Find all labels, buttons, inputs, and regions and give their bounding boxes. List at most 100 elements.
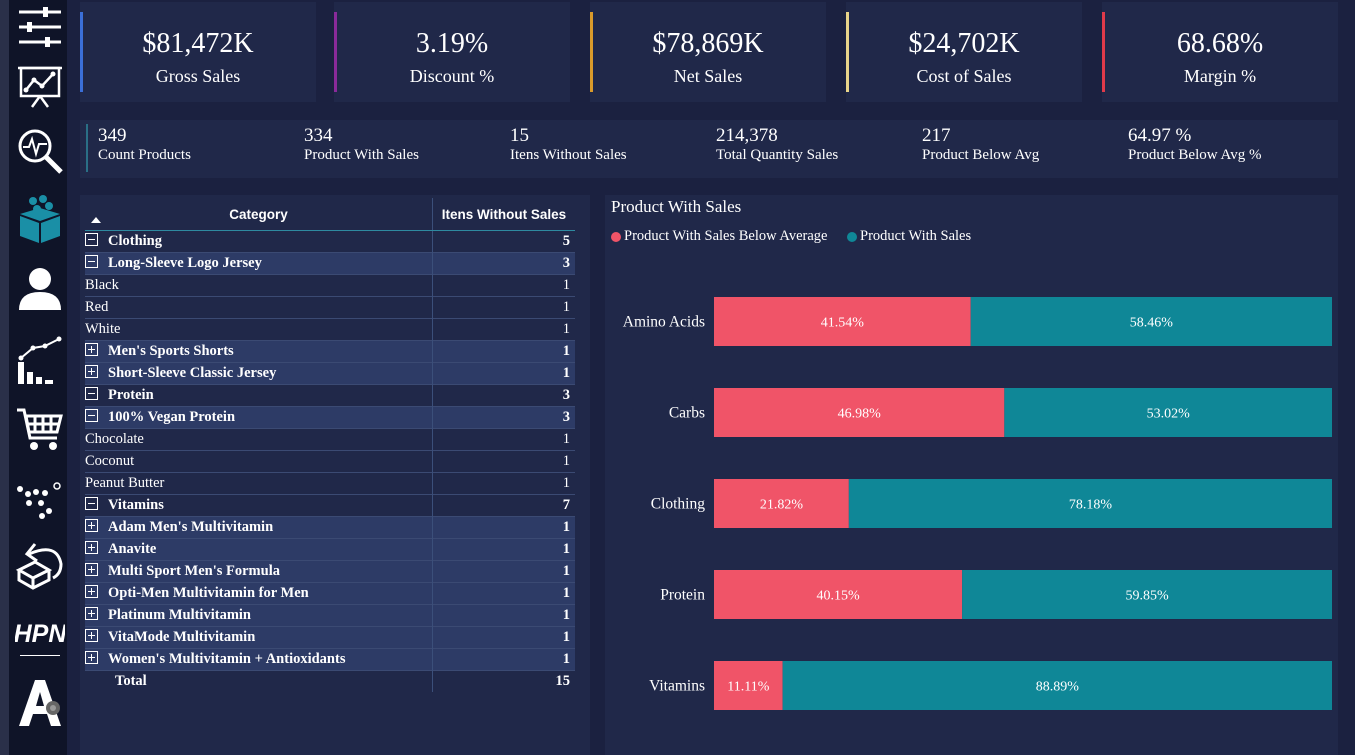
table-row[interactable]: Women's Multivitamin + Antioxidants 1 xyxy=(85,648,575,671)
row-label: Red xyxy=(85,299,109,315)
row-label: Peanut Butter xyxy=(85,475,165,491)
return-box-icon[interactable] xyxy=(14,538,66,592)
kpi-label: Margin % xyxy=(1183,66,1257,86)
row-label-cell: Anavite xyxy=(85,538,433,561)
collapse-icon[interactable] xyxy=(85,387,98,400)
logo-hpn[interactable]: HPN xyxy=(14,604,66,658)
kpi-label: Cost of Sales xyxy=(916,66,1012,86)
table-row[interactable]: 100% Vegan Protein 3 xyxy=(85,406,575,429)
collapse-icon[interactable] xyxy=(85,409,98,422)
expand-icon[interactable] xyxy=(85,651,98,664)
row-label-cell: Chocolate xyxy=(85,428,433,451)
table-row[interactable]: White 1 xyxy=(85,318,575,341)
table-row[interactable]: Red 1 xyxy=(85,296,575,319)
table-row[interactable]: Men's Sports Shorts 1 xyxy=(85,340,575,363)
stat-label: Itens Without Sales xyxy=(510,147,627,163)
table-row[interactable]: Adam Men's Multivitamin 1 xyxy=(85,516,575,539)
stat-label: Product With Sales xyxy=(304,147,419,163)
row-label: Men's Sports Shorts xyxy=(108,343,234,359)
row-label: Protein xyxy=(108,387,154,403)
row-label: White xyxy=(85,321,121,337)
row-value: 1 xyxy=(432,362,575,385)
sidebar-stripe xyxy=(0,0,9,755)
stat-items-without-sales: 15 Itens Without Sales xyxy=(510,126,627,164)
row-value: 1 xyxy=(432,318,575,341)
table-row[interactable]: Long-Sleeve Logo Jersey 3 xyxy=(85,252,575,275)
column-header-items-without-sales[interactable]: Itens Without Sales xyxy=(432,198,575,231)
row-value: 3 xyxy=(432,252,575,275)
table-row[interactable]: Platinum Multivitamin 1 xyxy=(85,604,575,627)
bar-data-label: 58.46% xyxy=(1130,316,1174,331)
row-value: 3 xyxy=(432,384,575,407)
expand-icon[interactable] xyxy=(85,585,98,598)
table-row[interactable]: Protein 3 xyxy=(85,384,575,407)
table-row[interactable]: Peanut Butter 1 xyxy=(85,472,575,495)
stats-row: 349 Count Products 334 Product With Sale… xyxy=(80,120,1338,178)
collapse-icon[interactable] xyxy=(85,497,98,510)
magnifier-pulse-icon[interactable] xyxy=(14,124,66,178)
stat-value: 334 xyxy=(304,125,333,146)
growth-chart-icon[interactable] xyxy=(14,334,66,388)
column-header-category[interactable]: Category xyxy=(85,198,433,231)
table-row[interactable]: Chocolate 1 xyxy=(85,428,575,451)
user-icon[interactable] xyxy=(14,262,66,316)
cart-icon[interactable] xyxy=(14,402,66,456)
row-label-cell: Red xyxy=(85,296,433,319)
row-value: 1 xyxy=(432,582,575,605)
row-label-cell: Coconut xyxy=(85,450,433,473)
collapse-icon[interactable] xyxy=(85,233,98,246)
presentation-chart-icon[interactable] xyxy=(14,58,66,112)
bar-data-label: 46.98% xyxy=(838,407,882,422)
scatter-dots-icon[interactable] xyxy=(14,470,66,524)
row-label: Coconut xyxy=(85,453,135,469)
expand-icon[interactable] xyxy=(85,365,98,378)
collapse-icon[interactable] xyxy=(85,255,98,268)
kpi-label: Net Sales xyxy=(673,66,743,86)
row-label-cell: Opti-Men Multivitamin for Men xyxy=(85,582,433,605)
sliders-icon[interactable] xyxy=(14,0,66,54)
row-label: Short-Sleeve Classic Jersey xyxy=(108,365,277,381)
row-label: Black xyxy=(85,277,119,293)
table-row[interactable]: Multi Sport Men's Formula 1 xyxy=(85,560,575,583)
total-label: Total xyxy=(85,670,433,692)
row-value: 1 xyxy=(432,604,575,627)
row-value: 1 xyxy=(432,560,575,583)
row-value: 1 xyxy=(432,450,575,473)
table-row[interactable]: Clothing 5 xyxy=(85,230,575,253)
row-value: 1 xyxy=(432,428,575,451)
expand-icon[interactable] xyxy=(85,541,98,554)
row-value: 1 xyxy=(432,472,575,495)
table-row[interactable]: VitaMode Multivitamin 1 xyxy=(85,626,575,649)
table-row[interactable]: Anavite 1 xyxy=(85,538,575,561)
expand-icon[interactable] xyxy=(85,607,98,620)
logo-a[interactable] xyxy=(14,676,66,730)
table-row[interactable]: Vitamins 7 xyxy=(85,494,575,517)
kpi-label: Gross Sales xyxy=(155,66,241,86)
bar-chart: Amino Acids 41.54% 58.46% Carbs 46.98% 53.02%… xyxy=(623,297,1332,710)
table-row[interactable]: Black 1 xyxy=(85,274,575,297)
row-label-cell: Long-Sleeve Logo Jersey xyxy=(85,252,433,275)
row-label-cell: Vitamins xyxy=(85,494,433,517)
table-row[interactable]: Coconut 1 xyxy=(85,450,575,473)
row-label: Women's Multivitamin + Antioxidants xyxy=(108,651,346,667)
expand-icon[interactable] xyxy=(85,629,98,642)
table-row[interactable]: Opti-Men Multivitamin for Men 1 xyxy=(85,582,575,605)
bar-data-label: 53.02% xyxy=(1147,407,1191,422)
kpi-value: 68.68% xyxy=(1176,28,1264,59)
stat-count-products: 349 Count Products xyxy=(98,126,191,164)
stat-value: 217 xyxy=(922,125,951,146)
row-label: 100% Vegan Protein xyxy=(108,409,236,425)
expand-icon[interactable] xyxy=(85,343,98,356)
expand-icon[interactable] xyxy=(85,563,98,576)
row-label-cell: VitaMode Multivitamin xyxy=(85,626,433,649)
row-label: VitaMode Multivitamin xyxy=(108,629,256,645)
matrix-panel: Category Itens Without Sales Clothing 5 Lo… xyxy=(80,195,590,755)
kpi-card-margin: 68.68% Margin % xyxy=(1102,2,1338,102)
expand-icon[interactable] xyxy=(85,519,98,532)
stat-value: 349 xyxy=(98,125,127,146)
row-label-cell: 100% Vegan Protein xyxy=(85,406,433,429)
row-label-cell: Clothing xyxy=(85,231,433,253)
box-icon[interactable] xyxy=(14,192,66,246)
table-row[interactable]: Short-Sleeve Classic Jersey 1 xyxy=(85,362,575,385)
category-tick-label: Amino Acids xyxy=(623,314,705,331)
